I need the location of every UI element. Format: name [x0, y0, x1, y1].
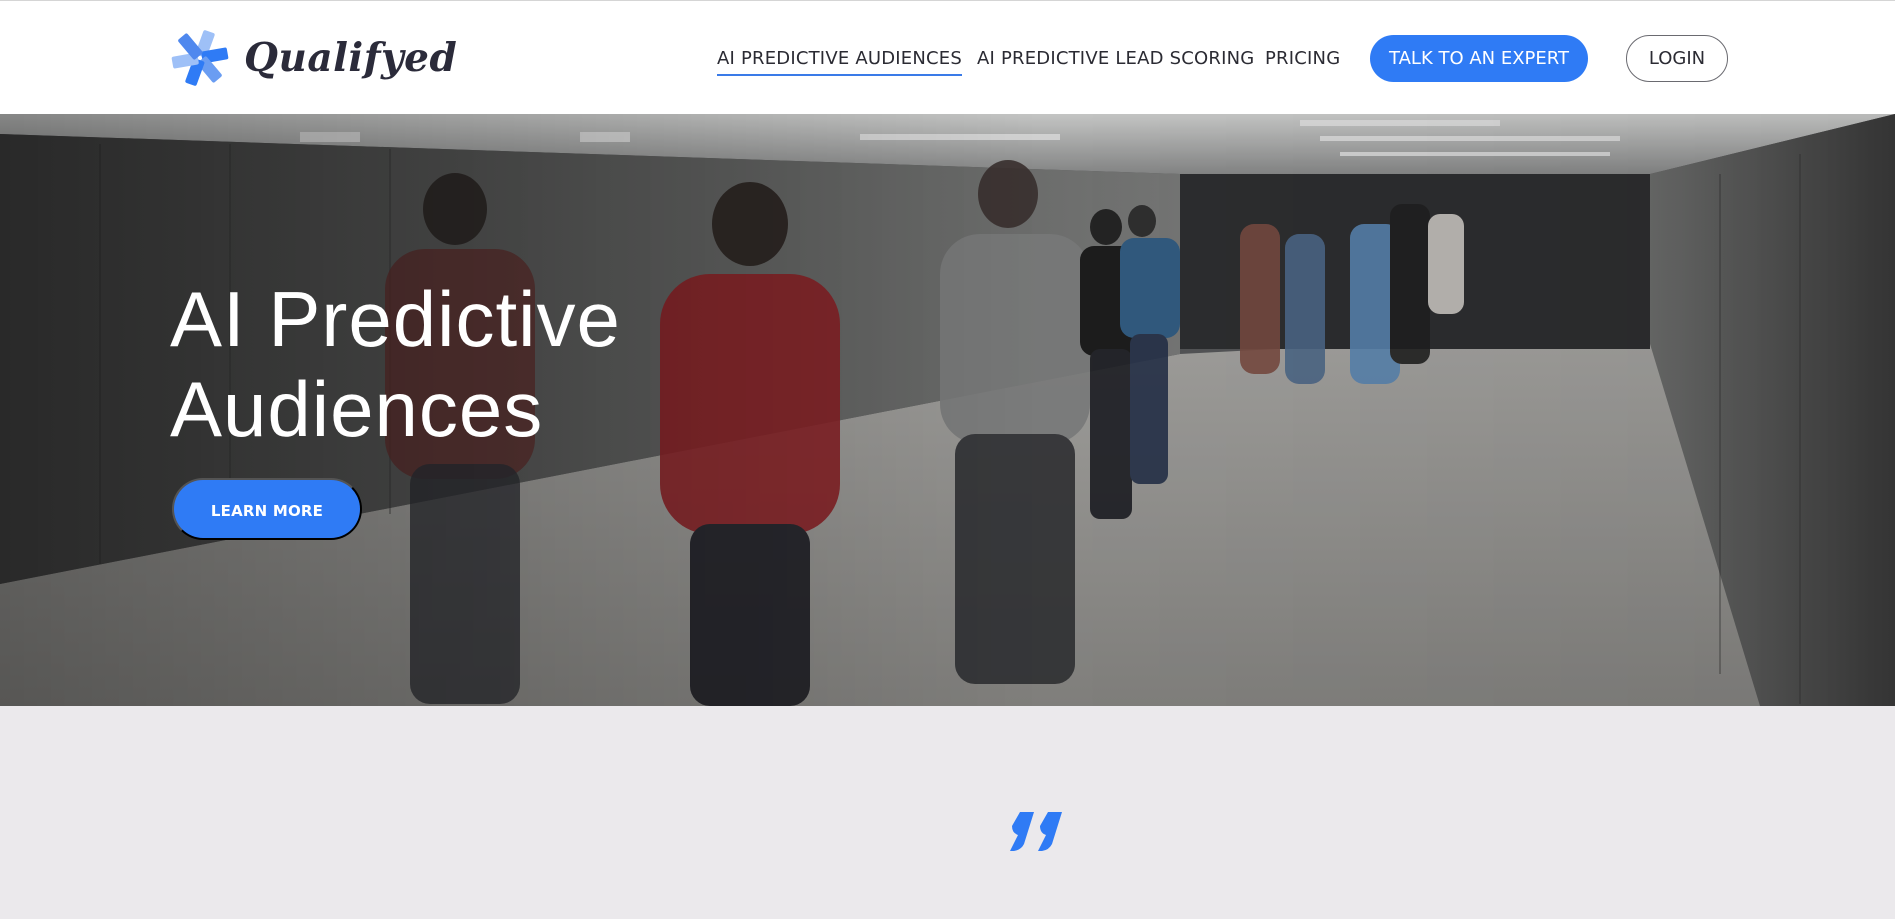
- main-nav: AI PREDICTIVE AUDIENCES AI PREDICTIVE LE…: [0, 35, 1895, 83]
- nav-ai-predictive-lead-scoring[interactable]: AI PREDICTIVE LEAD SCORING: [977, 35, 1254, 83]
- nav-ai-predictive-audiences[interactable]: AI PREDICTIVE AUDIENCES: [717, 35, 962, 83]
- hero-title-line2: Audiences: [170, 365, 544, 453]
- quote-icon: [1008, 812, 1064, 852]
- talk-to-expert-button[interactable]: TALK TO AN EXPERT: [1370, 35, 1588, 82]
- site-header: Qualifyed AI PREDICTIVE AUDIENCES AI PRE…: [0, 0, 1895, 114]
- hero-section: AI Predictive Audiences LEARN MORE: [0, 114, 1895, 706]
- login-button[interactable]: LOGIN: [1626, 35, 1728, 82]
- nav-pricing[interactable]: PRICING: [1265, 35, 1340, 83]
- learn-more-button[interactable]: LEARN MORE: [172, 478, 362, 540]
- hero-title: AI Predictive Audiences: [170, 274, 790, 454]
- hero-title-line1: AI Predictive: [170, 275, 621, 363]
- testimonial-section: [0, 706, 1895, 919]
